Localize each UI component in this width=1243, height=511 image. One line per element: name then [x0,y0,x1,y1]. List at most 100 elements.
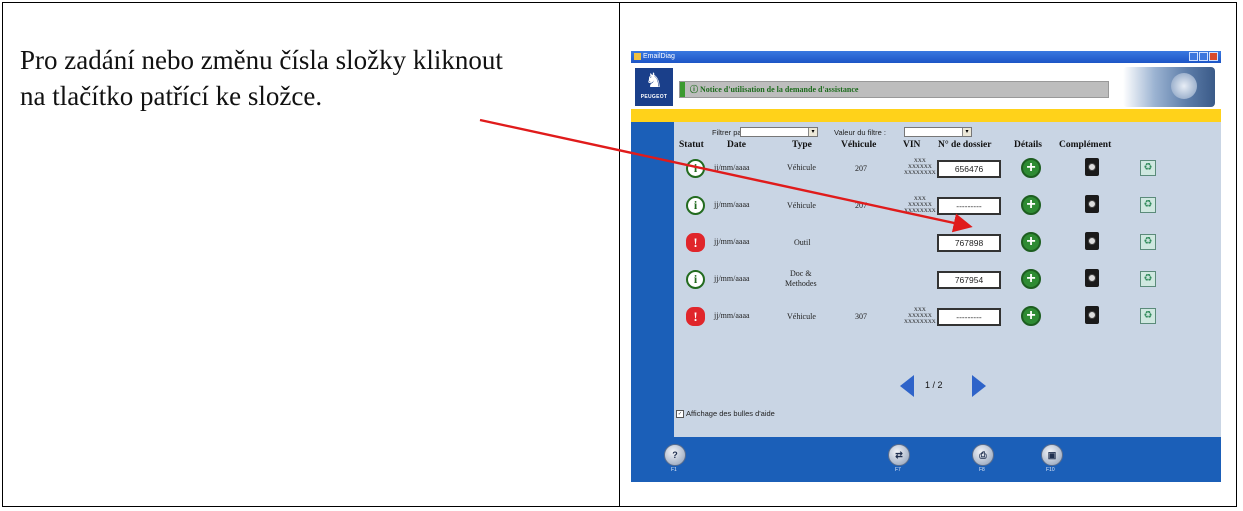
fkey-label: F7 [895,467,901,473]
info-icon: ⓘ [690,85,698,94]
chevron-down-icon[interactable]: ▾ [962,128,971,136]
table-divider [619,3,620,506]
plus-details-icon[interactable]: + [1021,158,1041,178]
window-title: EmailDiag [643,53,675,60]
dossier-number-button[interactable]: 767954 [937,271,1001,289]
row-vin: XXX XXXXXX XXXXXXXX [904,196,936,214]
dossier-panel: Filtrer par : ▾ Valeur du filtre : ▾ Sta… [674,122,1221,437]
save-icon[interactable]: ▣ [1041,444,1063,466]
minimize-icon[interactable] [1189,52,1198,61]
warning-status-icon[interactable]: ! [686,307,705,326]
emaildiag-screenshot: EmailDiag ♞ PEUGEOT ⓘ Notice d'utilisatio… [631,51,1221,482]
fkey-label: F8 [979,467,985,473]
col-header-statut: Statut [679,140,704,150]
warning-status-icon[interactable]: ! [686,233,705,252]
row-vin: XXX XXXXXX XXXXXXXX [904,158,936,176]
camera-complement-icon[interactable] [1085,195,1099,213]
info-status-icon[interactable]: i [686,270,705,289]
page-indicator: 1 / 2 [925,380,943,390]
print-icon[interactable]: ⎙ [972,444,994,466]
next-page-icon[interactable] [972,375,986,397]
instruction-line-2: na tlačítko patřící ke složce. [20,81,323,111]
table-row: i jj/mm/aaaa Véhicule 207 XXX XXXXXX XXXXX… [674,152,1221,188]
camera-complement-icon[interactable] [1085,269,1099,287]
help-bubbles-label: Affichage des bulles d'aide [686,409,775,418]
maximize-icon[interactable] [1199,52,1208,61]
row-type: Outil [794,238,811,247]
table-row: ! jj/mm/aaaa Outil 767898 + ♻ [674,226,1221,262]
filter-select[interactable]: ▾ [740,127,818,137]
info-status-icon[interactable]: i [686,196,705,215]
row-type: Doc & Methodes [785,269,817,288]
instruction-text: Pro zadání nebo změnu čísla složky klikn… [20,42,600,114]
dossier-number-button[interactable]: 656476 [937,160,1001,178]
col-header-vehicule: Véhicule [841,140,877,150]
row-type: Véhicule [787,163,816,172]
row-date: jj/mm/aaaa [714,274,750,283]
col-header-type: Type [792,140,812,150]
notice-title: Notice d'utilisation de la demande d'ass… [700,85,859,94]
app-header: ♞ PEUGEOT ⓘ Notice d'utilisation de la de… [631,63,1221,109]
filter-value-label: Valeur du filtre : [834,128,886,137]
yellow-stripe [631,109,1221,122]
row-date: jj/mm/aaaa [714,237,750,246]
filter-value-select[interactable]: ▾ [904,127,972,137]
left-band [631,122,674,437]
row-type: Véhicule [787,312,816,321]
chevron-down-icon[interactable]: ▾ [808,128,817,136]
dossier-number-button[interactable]: --------- [937,308,1001,326]
recycle-icon[interactable]: ♻ [1140,160,1156,176]
dossier-number-button[interactable]: 767898 [937,234,1001,252]
window-titlebar: EmailDiag [631,51,1221,63]
help-bubbles-option[interactable]: ✓ Affichage des bulles d'aide [676,409,775,419]
fkey-label: F10 [1046,467,1055,473]
help-icon[interactable]: ? [664,444,686,466]
camera-complement-icon[interactable] [1085,306,1099,324]
col-header-vin: VIN [903,140,921,150]
plus-details-icon[interactable]: + [1021,306,1041,326]
prev-page-icon[interactable] [900,375,914,397]
plus-details-icon[interactable]: + [1021,195,1041,215]
recycle-icon[interactable]: ♻ [1140,197,1156,213]
instruction-line-1: Pro zadání nebo změnu čísla složky klikn… [20,45,503,75]
col-header-date: Date [727,140,746,150]
table-row: ! jj/mm/aaaa Véhicule 307 XXX XXXXXX XXXXX… [674,300,1221,336]
fkey-label: F1 [671,467,677,473]
filter-row: Filtrer par : ▾ Valeur du filtre : ▾ [674,127,1221,139]
bottom-toolbar: ? F1 ⇄ F7 ⎙ F8 ▣ F10 [631,437,1221,482]
table-row: i jj/mm/aaaa Véhicule 207 XXX XXXXXX XXXXX… [674,189,1221,225]
notice-accent [680,82,685,97]
row-vin: XXX XXXXXX XXXXXXXX [904,307,936,325]
recycle-icon[interactable]: ♻ [1140,234,1156,250]
recycle-icon[interactable]: ♻ [1140,308,1156,324]
camera-complement-icon[interactable] [1085,158,1099,176]
plus-details-icon[interactable]: + [1021,232,1041,252]
table-row: i jj/mm/aaaa Doc & Methodes 767954 + ♻ [674,263,1221,299]
disc-graphic [1171,73,1197,99]
pagination: 1 / 2 [900,375,1000,397]
row-type: Véhicule [787,201,816,210]
camera-complement-icon[interactable] [1085,232,1099,250]
peugeot-logo: ♞ PEUGEOT [635,68,673,106]
close-icon[interactable] [1209,52,1218,61]
peugeot-lion-icon: ♞ [645,70,663,92]
help-bubbles-checkbox[interactable]: ✓ [676,410,684,419]
dossier-number-button[interactable]: --------- [937,197,1001,215]
row-date: jj/mm/aaaa [714,200,750,209]
col-header-complement: Complément [1059,140,1112,150]
row-date: jj/mm/aaaa [714,163,750,172]
logo-text: PEUGEOT [640,94,668,100]
export-icon[interactable]: ⇄ [888,444,910,466]
header-graphic [1123,67,1215,107]
col-header-dossier: N° de dossier [938,140,992,150]
row-date: jj/mm/aaaa [714,311,750,320]
app-icon [634,52,641,60]
col-header-details: Détails [1014,140,1042,150]
plus-details-icon[interactable]: + [1021,269,1041,289]
row-vehicule: 207 [855,164,867,173]
info-status-icon[interactable]: i [686,159,705,178]
recycle-icon[interactable]: ♻ [1140,271,1156,287]
row-vehicule: 307 [855,312,867,321]
notice-bar: ⓘ Notice d'utilisation de la demande d'as… [679,81,1109,98]
row-vehicule: 207 [855,201,867,210]
